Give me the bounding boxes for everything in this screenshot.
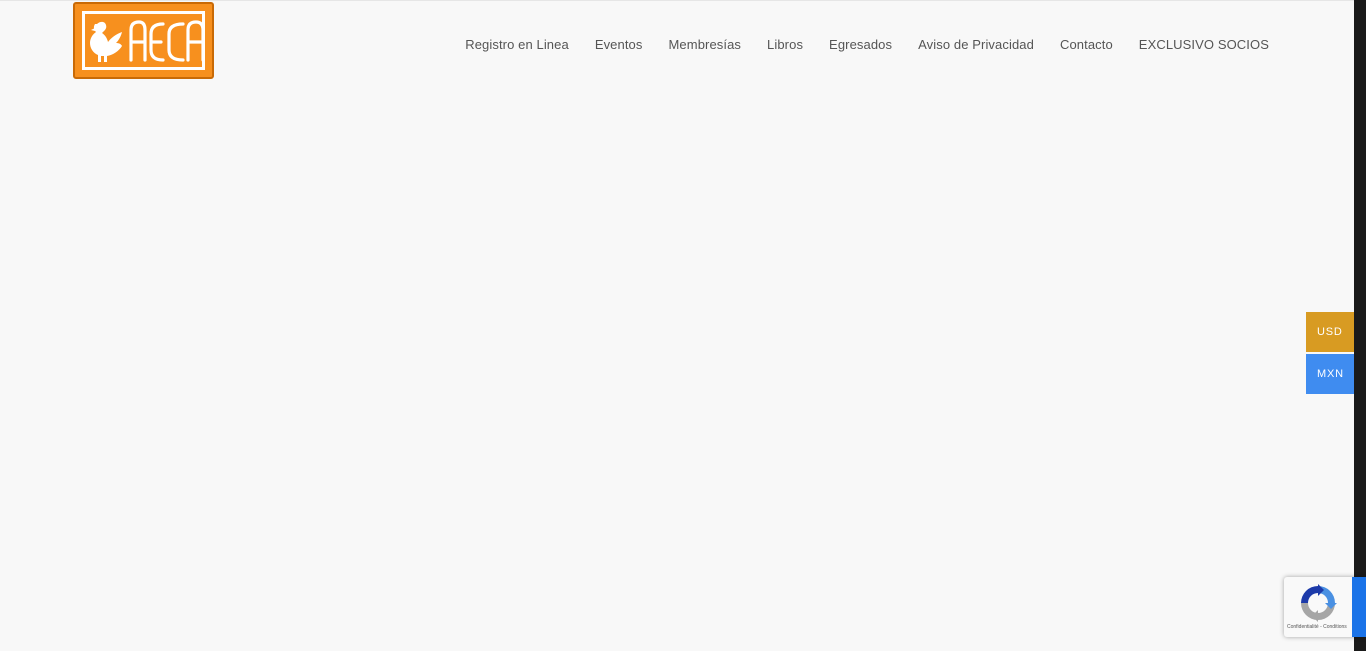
nav-item-contacto[interactable]: Contacto (1060, 36, 1113, 54)
nav-item-egresados[interactable]: Egresados (829, 36, 892, 54)
recaptcha-footer-text[interactable]: Confidentialité - Conditions (1287, 624, 1347, 630)
nav-item-eventos[interactable]: Eventos (595, 36, 643, 54)
recaptcha-tab (1352, 577, 1366, 637)
recaptcha-badge[interactable]: Confidentialité - Conditions (1284, 577, 1366, 637)
currency-mxn-label: MXN (1317, 368, 1344, 380)
recaptcha-icon (1301, 584, 1337, 622)
page: Registro en Linea Eventos Membresías Lib… (0, 0, 1366, 651)
window-edge (1354, 0, 1366, 651)
top-divider (0, 0, 1354, 1)
nav-item-exclusivo-socios[interactable]: EXCLUSIVO SOCIOS (1139, 36, 1269, 54)
site-logo[interactable] (73, 2, 214, 79)
logo-graphic (90, 20, 205, 62)
nav-item-membresias[interactable]: Membresías (669, 36, 742, 54)
nav-item-libros[interactable]: Libros (767, 36, 803, 54)
currency-usd-label: USD (1317, 326, 1343, 338)
rooster-icon (90, 21, 122, 62)
main-nav: Registro en Linea Eventos Membresías Lib… (465, 36, 1269, 54)
nav-item-aviso-privacidad[interactable]: Aviso de Privacidad (918, 36, 1034, 54)
nav-item-registro[interactable]: Registro en Linea (465, 36, 569, 54)
